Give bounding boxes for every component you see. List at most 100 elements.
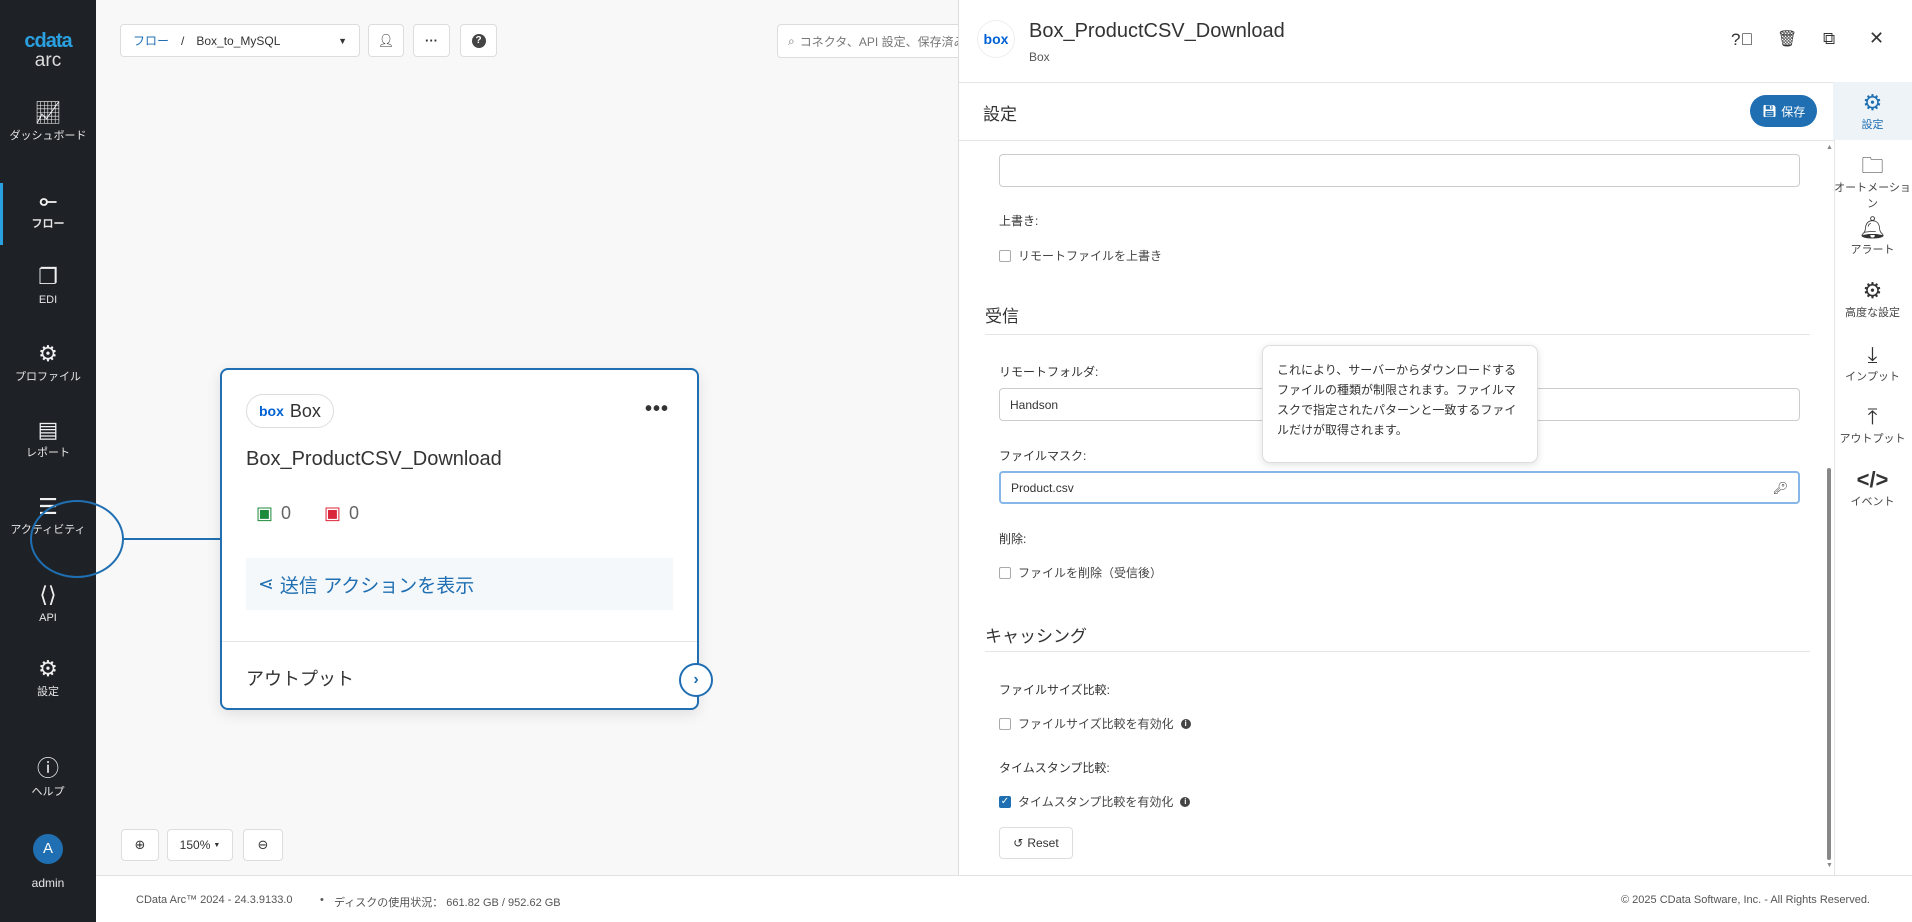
box-logo-icon: box bbox=[977, 20, 1015, 58]
code-icon: </> bbox=[1856, 467, 1889, 492]
error-count-value: 0 bbox=[349, 503, 360, 523]
external-link-icon[interactable]: ⧉ bbox=[1823, 29, 1835, 49]
breadcrumb-root[interactable]: フロー bbox=[133, 32, 169, 49]
node-settings-panel: box Box_ProductCSV_Download Box ?⃝ 🗑︎ ⧉ … bbox=[958, 0, 1912, 875]
file-mask-label: ファイルマスク: bbox=[999, 449, 1087, 463]
file-check-icon: ▣ bbox=[256, 503, 274, 523]
tab-label: オートメーション bbox=[1834, 182, 1911, 210]
breadcrumb[interactable]: フロー / Box_to_MySQL ▼ bbox=[120, 24, 360, 57]
zoom-in-button[interactable]: ⊕ bbox=[121, 829, 159, 861]
checkbox-icon bbox=[999, 249, 1011, 262]
help-button[interactable]: ? bbox=[460, 24, 497, 57]
question-icon: ? bbox=[471, 33, 486, 48]
help-icon[interactable]: ?⃝ bbox=[1731, 30, 1753, 50]
breadcrumb-separator: / bbox=[181, 33, 185, 48]
connector-type: Box bbox=[289, 400, 321, 421]
file-size-checkbox[interactable]: ファイルサイズ比較を有効化 i bbox=[999, 715, 1191, 732]
sidebar-item-edi[interactable]: ❐ EDI bbox=[0, 264, 96, 306]
delete-checkbox[interactable]: ファイルを削除（受信後） bbox=[999, 564, 1162, 581]
checkbox-icon bbox=[999, 566, 1011, 579]
info-icon[interactable]: i bbox=[1180, 718, 1191, 729]
undo-icon: ↺ bbox=[1013, 836, 1024, 850]
trash-icon[interactable]: 🗑︎ bbox=[1777, 29, 1797, 49]
file-error-icon: ▣ bbox=[324, 503, 342, 523]
gears-icon: ⚙ bbox=[1862, 278, 1883, 303]
folder-gear-icon: 🗀︎ bbox=[1861, 153, 1884, 178]
file-mask-input[interactable]: Product.csv 🔑︎ bbox=[999, 471, 1800, 504]
box-logo-icon: box bbox=[259, 403, 284, 419]
sidebar-item-api[interactable]: ⟨⟩ API bbox=[0, 582, 96, 624]
sidebar-item-label: API bbox=[39, 612, 57, 624]
error-count[interactable]: ▣ 0 bbox=[324, 503, 359, 524]
gear-icon: ⚙ bbox=[1862, 90, 1883, 115]
timestamp-checkbox[interactable]: ✓ タイムスタンプ比較を有効化 i bbox=[999, 793, 1191, 810]
caching-heading: キャッシング bbox=[985, 627, 1087, 646]
sidebar: cdata arc 📈︎ ダッシュボード ⟜ フロー ❐ EDI ⚙ プロファイル ▤ レ… bbox=[0, 0, 96, 922]
success-count[interactable]: ▣ 0 bbox=[256, 503, 291, 524]
overwrite-checkbox[interactable]: リモートファイルを上書き bbox=[999, 247, 1162, 264]
bell-icon: 🔔︎ bbox=[1858, 215, 1887, 240]
gears-icon: ⚙ bbox=[38, 341, 58, 366]
gear-icon: ⚙ bbox=[38, 656, 58, 681]
remote-folder-label: リモートフォルダ: bbox=[999, 365, 1099, 379]
flow-name: Box_to_MySQL bbox=[196, 33, 281, 48]
info-icon[interactable]: i bbox=[1180, 796, 1191, 807]
avatar[interactable]: A bbox=[33, 834, 63, 864]
tab-label: 高度な設定 bbox=[1845, 307, 1900, 319]
section-title: 設定 bbox=[983, 105, 1017, 124]
sidebar-item-dashboard[interactable]: 📈︎ ダッシュボード bbox=[0, 100, 96, 142]
divider bbox=[222, 641, 697, 642]
tab-alerts[interactable]: 🔔︎ アラート bbox=[1833, 215, 1912, 257]
sidebar-item-settings[interactable]: ⚙ 設定 bbox=[0, 656, 96, 698]
tab-events[interactable]: </> イベント bbox=[1833, 467, 1912, 509]
reset-button[interactable]: ↺ Reset bbox=[999, 827, 1073, 859]
logo-subtitle: arc bbox=[34, 50, 62, 71]
connector-badge: box Box bbox=[246, 394, 334, 428]
sidebar-item-report[interactable]: ▤ レポート bbox=[0, 417, 96, 459]
tab-settings[interactable]: ⚙ 設定 bbox=[1833, 90, 1912, 132]
copy-icon: ❐ bbox=[38, 264, 58, 289]
show-actions-link[interactable]: ⋖ 送信 アクションを表示 bbox=[246, 558, 673, 610]
caret-down-icon: ▼ bbox=[338, 35, 347, 46]
upload-icon: ⤒ bbox=[1867, 404, 1878, 429]
sidebar-item-help[interactable]: ⓘ ヘルプ bbox=[0, 756, 96, 798]
zoom-out-button[interactable]: ⊖ bbox=[243, 829, 283, 861]
download-icon: ⤓ bbox=[1867, 342, 1878, 367]
save-button[interactable]: 💾︎ 保存 bbox=[1750, 95, 1818, 127]
user-button[interactable]: 👤︎ bbox=[368, 24, 404, 57]
zoom-level: 150% bbox=[179, 838, 211, 852]
panel-title: Box_ProductCSV_Download bbox=[1029, 20, 1285, 42]
tooltip: これにより、サーバーからダウンロードするファイルの種類が制限されます。ファイルマ… bbox=[1262, 345, 1538, 463]
tab-input[interactable]: ⤓ インプット bbox=[1833, 342, 1912, 384]
divider bbox=[959, 82, 1912, 83]
timestamp-label: タイムスタンプ比較: bbox=[999, 761, 1110, 775]
scrollbar-thumb[interactable] bbox=[1827, 468, 1831, 860]
tab-automation[interactable]: 🗀︎ オートメーション bbox=[1833, 153, 1912, 211]
close-icon[interactable]: ✕ bbox=[1869, 28, 1884, 49]
previous-node-connector[interactable] bbox=[30, 500, 124, 578]
scrollbar[interactable]: ▲ ▼ bbox=[1825, 140, 1833, 875]
output-connector-chevron-right-icon[interactable]: › bbox=[679, 663, 713, 697]
sidebar-item-label: フロー bbox=[31, 218, 65, 230]
flow-icon: ⟜ bbox=[39, 188, 57, 213]
zoom-level-dropdown[interactable]: 150% ▼ bbox=[167, 829, 233, 861]
node-menu-button[interactable]: ••• bbox=[645, 398, 669, 421]
disk-usage: ディスクの使用状況： 661.82 GB / 952.62 GB bbox=[334, 897, 561, 909]
flow-node-card[interactable]: box Box ••• Box_ProductCSV_Download ▣ 0 ▣ 0… bbox=[220, 368, 713, 710]
scroll-up-icon[interactable]: ▲ bbox=[1826, 144, 1833, 151]
more-button[interactable]: ··· bbox=[413, 24, 450, 57]
success-count-value: 0 bbox=[281, 503, 292, 523]
save-label: 保存 bbox=[1781, 104, 1806, 119]
tab-label: イベント bbox=[1850, 496, 1895, 508]
tab-label: 設定 bbox=[1861, 119, 1884, 131]
tab-output[interactable]: ⤒ アウトプット bbox=[1833, 404, 1912, 446]
search-input[interactable]: ⌕ コネクタ、API 設定、保存済み bbox=[777, 24, 977, 58]
tab-advanced[interactable]: ⚙ 高度な設定 bbox=[1833, 278, 1912, 320]
sidebar-item-flow[interactable]: ⟜ フロー bbox=[0, 188, 96, 230]
scroll-down-icon[interactable]: ▼ bbox=[1826, 862, 1833, 869]
sidebar-item-profile[interactable]: ⚙ プロファイル bbox=[0, 341, 96, 383]
checkbox-checked-icon: ✓ bbox=[999, 795, 1011, 808]
text-input[interactable] bbox=[999, 154, 1800, 187]
key-icon[interactable]: 🔑︎ bbox=[1773, 481, 1788, 495]
tab-label: アウトプット bbox=[1839, 433, 1906, 445]
